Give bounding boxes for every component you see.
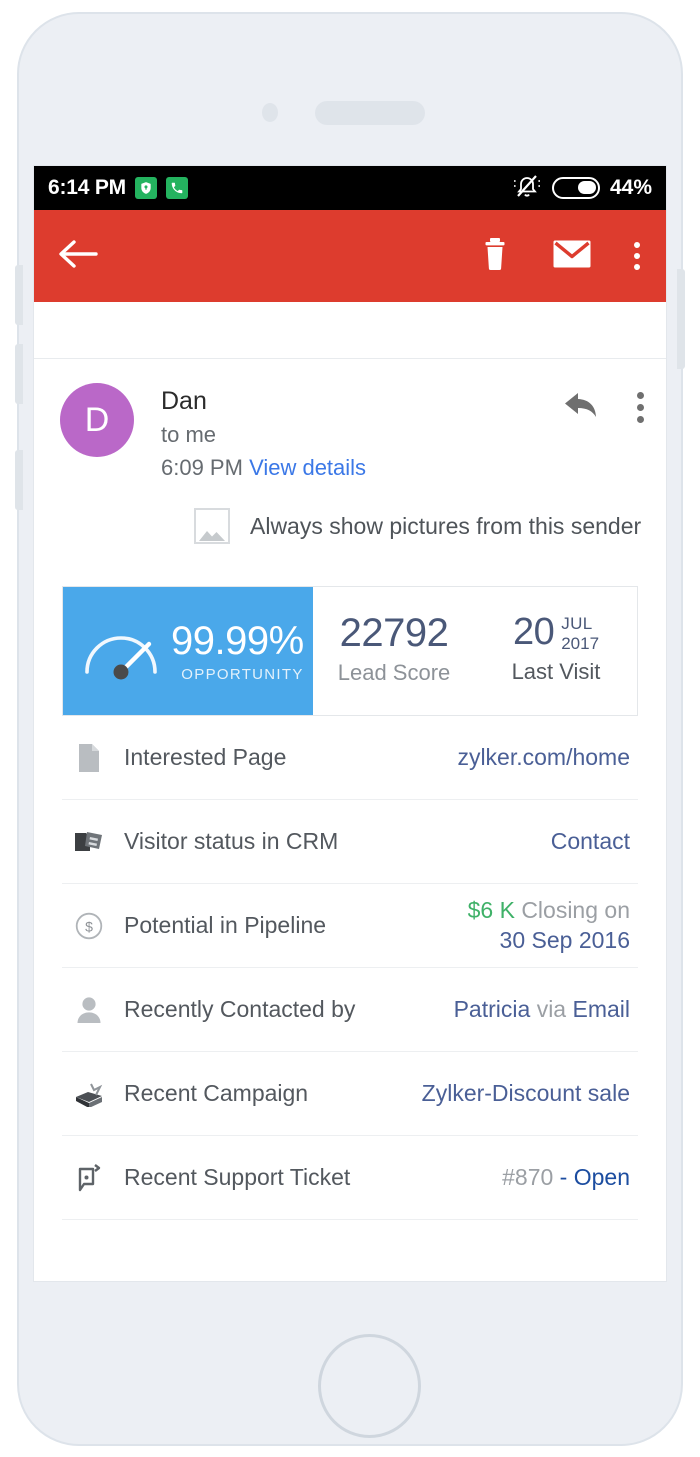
lead-score-cell: 22792 Lead Score [313,587,475,715]
front-camera-icon [262,103,278,122]
back-arrow-icon[interactable] [56,237,98,276]
more-vertical-icon[interactable] [634,242,640,270]
ticket-icon [72,1163,106,1193]
person-icon [72,996,106,1024]
silent-mode-icon [512,173,542,204]
last-visit-label: Last Visit [512,659,601,685]
visitor-detail-list: Interested Page zylker.com/home Visitor … [62,716,638,1220]
pipeline-closing-date: 30 Sep 2016 [500,927,630,953]
campaign-icon [72,1081,106,1107]
ticket-id: #870 [502,1164,553,1190]
dollar-circle-icon: $ [72,912,106,940]
opportunity-value: 99.99% [171,620,304,662]
show-pictures-row[interactable]: Always show pictures from this sender [34,484,666,544]
message-actions [563,383,644,426]
contacted-by-person[interactable]: Patricia [454,996,531,1022]
contacted-channel[interactable]: Email [572,996,630,1022]
sender-info: Dan to me 6:09 PM View details [161,383,366,484]
trash-icon[interactable] [480,236,510,277]
last-visit-day: 20 [513,613,554,651]
last-visit-cell: 20 JUL 2017 Last Visit [475,587,637,715]
row-label: Potential in Pipeline [124,912,326,939]
message-meta: 6:09 PM View details [161,451,366,484]
pipeline-closing-label: Closing on [521,897,630,923]
row-value[interactable]: zylker.com/home [457,743,630,773]
table-row[interactable]: Visitor status in CRM Contact [62,800,638,884]
pipeline-amount: $6 K [468,897,515,923]
battery-icon [552,177,600,199]
row-label: Recently Contacted by [124,996,355,1023]
lead-score-value: 22792 [340,612,449,654]
last-visit-month: JUL [561,614,599,633]
power-button[interactable] [677,269,685,369]
volume-down-button[interactable] [15,344,23,404]
row-value[interactable]: Patricia via Email [454,995,630,1025]
opportunity-text: 99.99% OPPORTUNITY [171,620,316,683]
table-row[interactable]: Interested Page zylker.com/home [62,716,638,800]
mail-subject-spacer [34,302,666,359]
table-row[interactable]: Recent Support Ticket #870 - Open [62,1136,638,1220]
row-label: Visitor status in CRM [124,828,338,855]
contact-book-icon [72,830,106,854]
phone-icon [166,177,188,199]
message-time: 6:09 PM [161,455,243,480]
row-label: Interested Page [124,744,286,771]
battery-percent: 44% [610,176,652,200]
silent-switch-button[interactable] [15,450,23,510]
phone-screen: 6:14 PM [33,165,667,1282]
table-row[interactable]: Recent Campaign Zylker-Discount sale [62,1052,638,1136]
status-time: 6:14 PM [48,176,126,200]
more-vertical-icon[interactable] [637,392,644,423]
row-value[interactable]: Contact [551,827,630,857]
opportunity-label: OPPORTUNITY [171,666,304,683]
volume-up-button[interactable] [15,265,23,325]
table-row[interactable]: $ Potential in Pipeline $6 K Closing on … [62,884,638,968]
earpiece-speaker [315,101,425,125]
svg-text:$: $ [85,918,93,934]
image-placeholder-icon [194,508,230,544]
contacted-via-label: via [537,996,566,1022]
row-value[interactable]: $6 K Closing on 30 Sep 2016 [468,896,630,956]
last-visit-month-year: JUL 2017 [561,614,599,652]
home-button[interactable] [318,1334,421,1438]
status-bar: 6:14 PM [34,166,666,210]
message-header: D Dan to me 6:09 PM View details [34,359,666,484]
envelope-icon[interactable] [552,238,592,275]
lead-score-label: Lead Score [338,660,451,686]
sender-name: Dan [161,385,366,418]
avatar: D [60,383,134,457]
toolbar-actions [480,236,644,277]
ticket-status[interactable]: - Open [560,1164,630,1190]
last-visit-date: 20 JUL 2017 [513,613,599,652]
visitor-stats-card: 99.99% OPPORTUNITY 22792 Lead Score 20 J… [62,586,638,716]
app-toolbar [34,210,666,302]
gauge-icon [77,616,165,687]
opportunity-cell: 99.99% OPPORTUNITY [63,587,313,715]
row-value[interactable]: Zylker-Discount sale [422,1079,630,1109]
table-row[interactable]: Recently Contacted by Patricia via Email [62,968,638,1052]
recipient-label: to me [161,418,366,451]
show-pictures-label: Always show pictures from this sender [250,513,641,540]
last-visit-year: 2017 [561,634,599,653]
view-details-link[interactable]: View details [249,455,366,480]
row-label: Recent Campaign [124,1080,308,1107]
row-value[interactable]: #870 - Open [502,1163,630,1193]
reply-arrow-icon[interactable] [563,389,601,426]
shield-icon [135,177,157,199]
document-icon [72,743,106,773]
status-bar-right-cluster: 44% [512,173,652,204]
row-label: Recent Support Ticket [124,1164,350,1191]
